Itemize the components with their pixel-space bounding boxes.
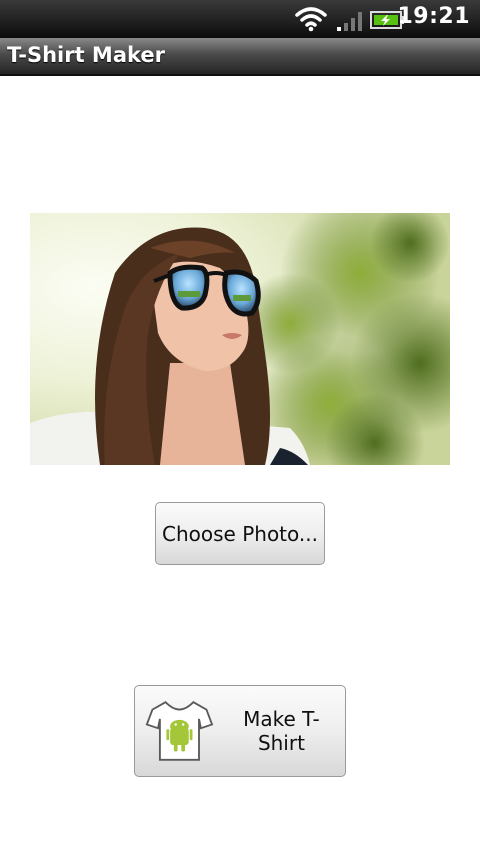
signal-icon [337, 12, 362, 31]
choose-photo-button[interactable]: Choose Photo... [155, 502, 325, 565]
app-title-bar: T-Shirt Maker [0, 38, 480, 76]
selected-photo [30, 213, 450, 465]
wifi-icon [295, 7, 327, 32]
make-tshirt-button[interactable]: Make T-Shirt [134, 685, 346, 777]
status-bar: 19:21 [0, 0, 480, 38]
make-tshirt-label: Make T-Shirt [243, 707, 320, 755]
status-time: 19:21 [397, 4, 470, 29]
tshirt-android-icon [145, 700, 214, 761]
app-title: T-Shirt Maker [7, 43, 166, 67]
